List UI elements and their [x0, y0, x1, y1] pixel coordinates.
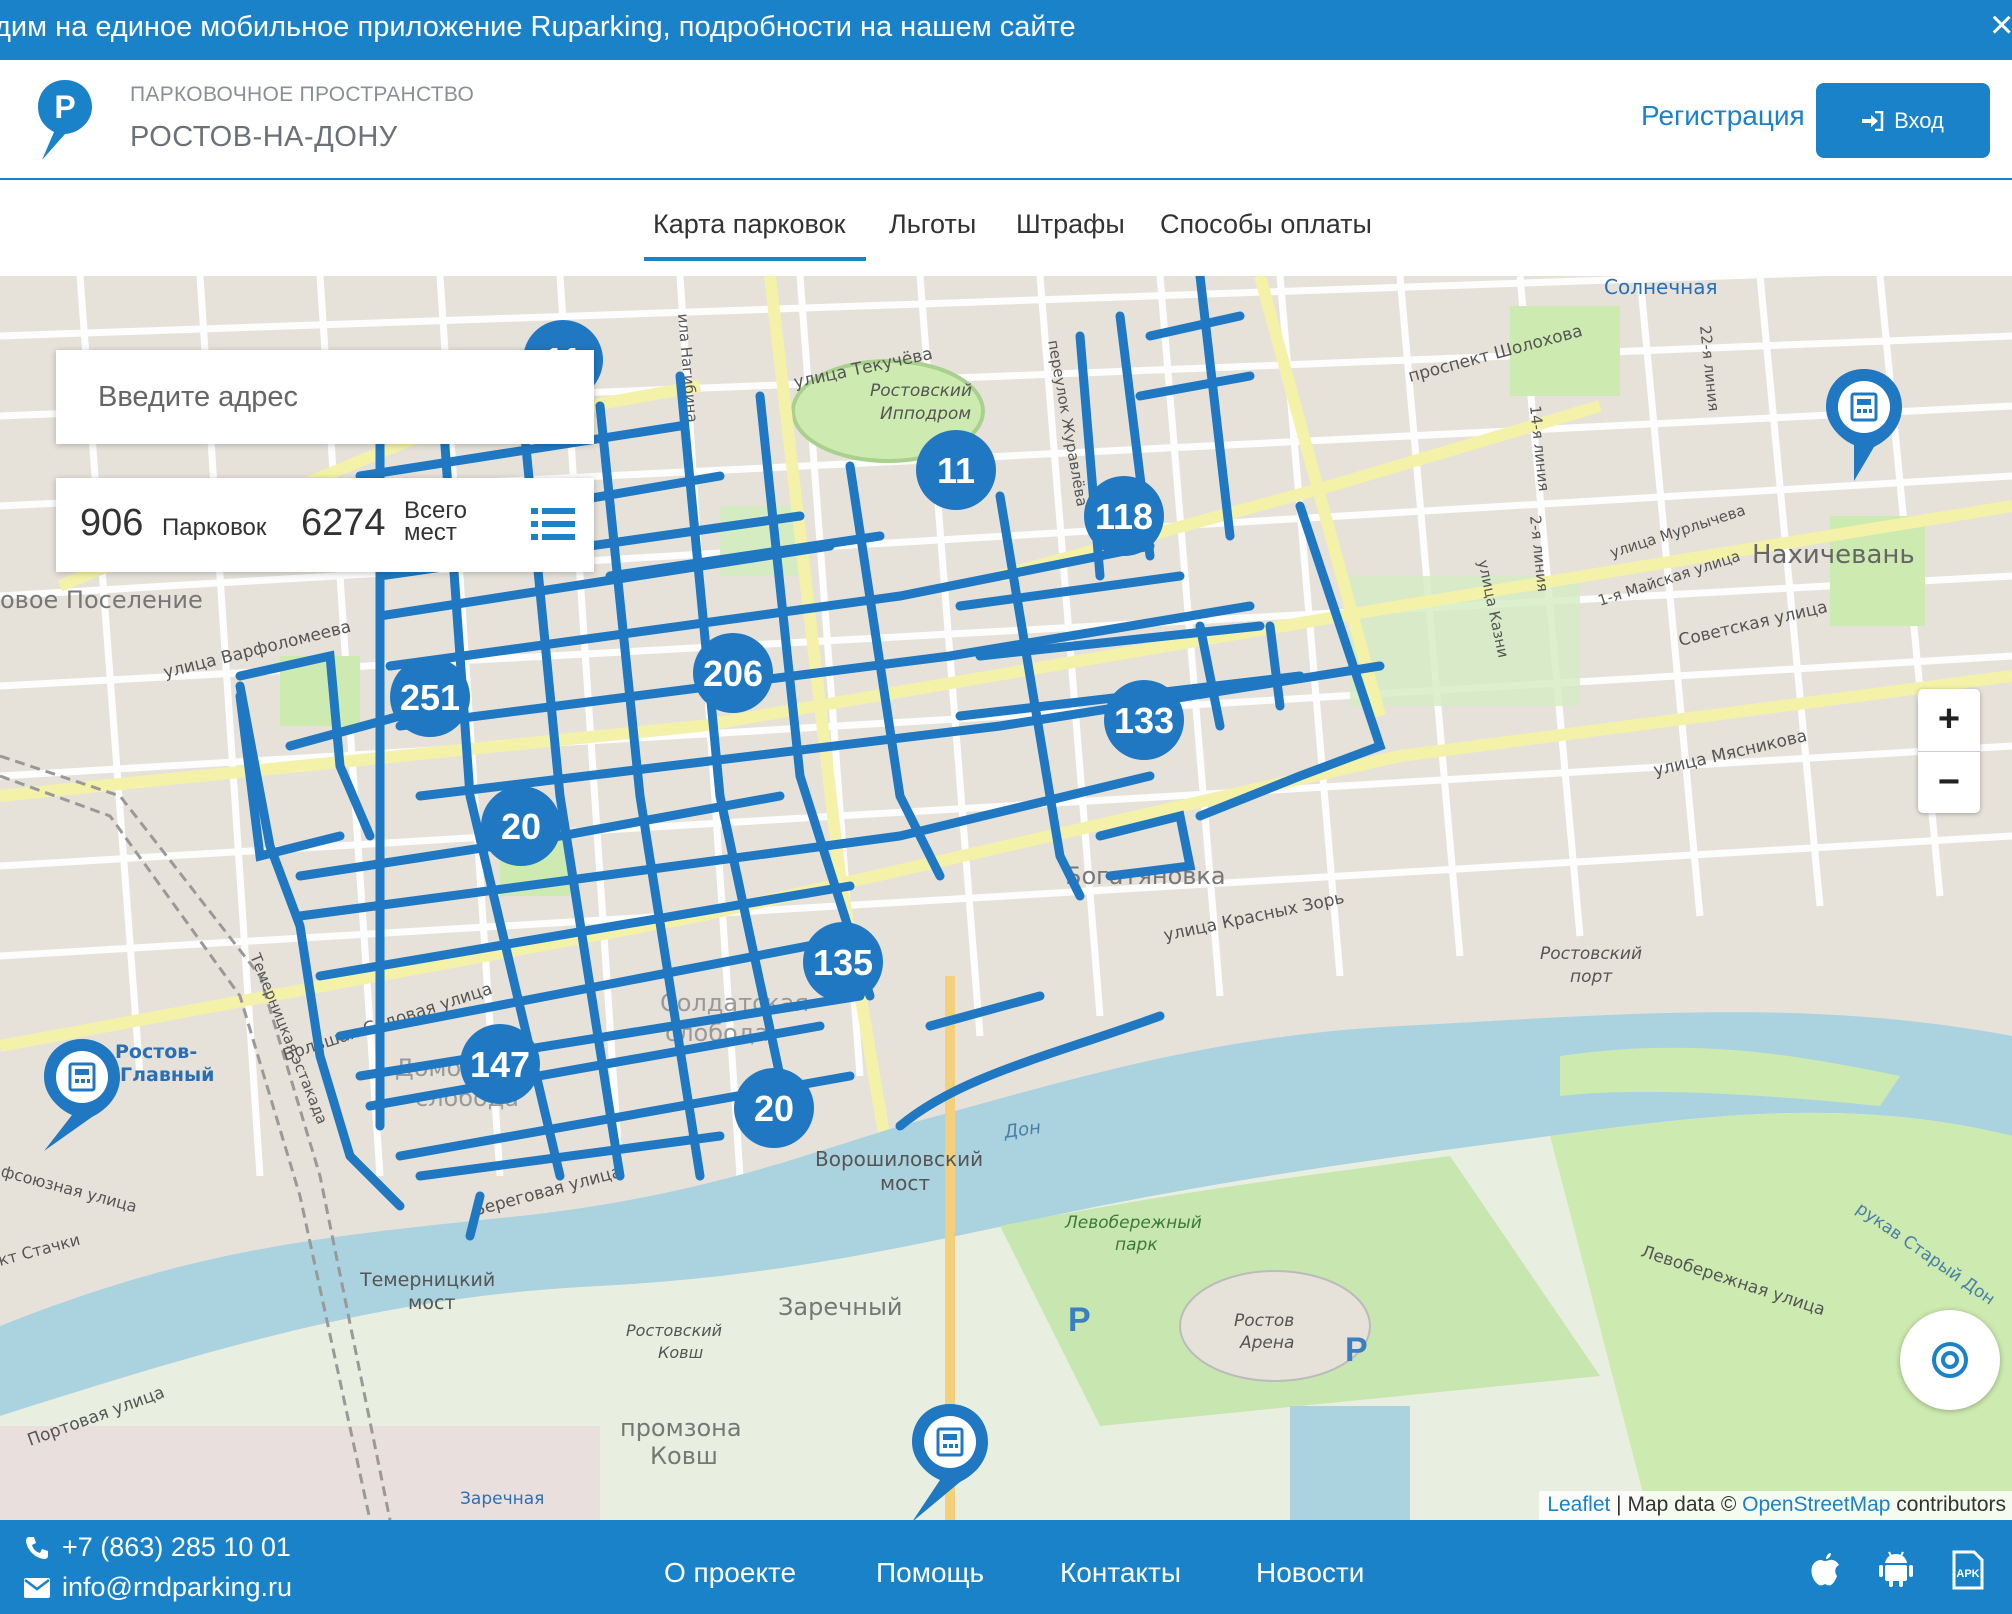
tab-payment-methods[interactable]: Способы оплаты: [1160, 209, 1372, 240]
cluster-count: 147: [470, 1044, 530, 1085]
email-contact[interactable]: info@rndparking.ru: [24, 1572, 292, 1603]
cluster-marker: 20: [734, 1068, 814, 1148]
map-attribution: Leaflet | Map data © OpenStreetMap contr…: [1539, 1491, 2012, 1520]
svg-text:мост: мост: [880, 1171, 930, 1195]
cluster-marker: 147: [460, 1024, 540, 1104]
attribution-separator: | Map data ©: [1610, 1493, 1743, 1516]
city-title: РОСТОВ-НА-ДОНУ: [130, 121, 398, 153]
zoom-control: + −: [1918, 689, 1980, 813]
announcement-banner: дим на единое мобильное приложение Rupar…: [0, 0, 2012, 60]
banner-text: дим на единое мобильное приложение Rupar…: [0, 11, 1076, 43]
site-footer: +7 (863) 285 10 01 info@rndparking.ru О …: [0, 1520, 2012, 1614]
svg-text:Ипподром: Ипподром: [880, 404, 971, 424]
parking-logo-icon: P: [38, 80, 92, 160]
cluster-marker: 20: [481, 786, 561, 866]
cluster-count: 20: [501, 806, 541, 847]
cluster-marker: 206: [693, 633, 773, 713]
list-icon[interactable]: [531, 506, 575, 547]
active-tab-indicator: [644, 257, 866, 261]
cluster-count: 206: [703, 653, 763, 694]
cluster-count: 133: [1114, 700, 1174, 741]
svg-text:Нахичевань: Нахичевань: [1752, 540, 1915, 570]
svg-text:Заречная: Заречная: [460, 1489, 544, 1509]
address-search-input[interactable]: [56, 350, 594, 444]
cluster-count: 20: [754, 1088, 794, 1129]
cluster-count: 135: [813, 942, 873, 983]
zoom-out-button[interactable]: −: [1918, 752, 1980, 814]
sign-in-icon: [1862, 110, 1884, 131]
cluster-marker: 133: [1104, 680, 1184, 760]
cluster-marker: 251: [390, 657, 470, 737]
svg-text:Главный: Главный: [120, 1064, 215, 1086]
phone-number: +7 (863) 285 10 01: [62, 1532, 291, 1562]
register-link[interactable]: Регистрация: [1641, 100, 1805, 132]
leaflet-link[interactable]: Leaflet: [1547, 1493, 1610, 1516]
svg-text:Арена: Арена: [1239, 1333, 1294, 1353]
tab-benefits[interactable]: Льготы: [889, 209, 976, 240]
svg-text:Ростовский: Ростовский: [870, 381, 972, 401]
footer-link-news[interactable]: Новости: [1256, 1557, 1364, 1589]
footer-link-help[interactable]: Помощь: [876, 1557, 984, 1589]
svg-text:Ростов: Ростов: [1234, 1311, 1294, 1331]
cluster-marker: 118: [1084, 476, 1164, 556]
svg-text:Ковш: Ковш: [658, 1343, 704, 1362]
cluster-marker: 135: [803, 922, 883, 1002]
apk-icon[interactable]: APK: [1952, 1550, 1984, 1595]
svg-text:овое Поселение: овое Поселение: [0, 586, 203, 614]
locate-me-button[interactable]: [1900, 1310, 2000, 1410]
svg-text:P: P: [1068, 1301, 1091, 1339]
cluster-count: 118: [1095, 496, 1153, 537]
parking-map[interactable]: Солнечная проспект Шолохова улица Текучё…: [0, 276, 2012, 1520]
cluster-marker: 11: [916, 430, 996, 510]
svg-text:промзона: промзона: [620, 1414, 742, 1442]
tab-fines[interactable]: Штрафы: [1016, 209, 1125, 240]
svg-text:P: P: [1345, 1331, 1368, 1369]
phone-icon: [26, 1536, 48, 1559]
osm-link[interactable]: OpenStreetMap: [1742, 1493, 1890, 1516]
cluster-count: 251: [400, 677, 460, 718]
parking-stats-panel: 906 Парковок 6274 Всего мест: [56, 478, 594, 572]
svg-text:Ростовский: Ростовский: [1540, 944, 1642, 964]
svg-text:мост: мост: [408, 1292, 455, 1314]
svg-text:Ростовский: Ростовский: [626, 1321, 722, 1340]
crosshair-icon: [1932, 1342, 1968, 1378]
close-icon[interactable]: ×: [1990, 0, 2012, 50]
svg-text:Ростов-: Ростов-: [115, 1041, 197, 1063]
svg-text:Ворошиловский: Ворошиловский: [815, 1147, 983, 1171]
logo[interactable]: P: [36, 78, 94, 167]
parkings-label: Парковок: [162, 514, 267, 541]
attribution-suffix: contributors: [1890, 1493, 2006, 1516]
footer-link-about[interactable]: О проекте: [664, 1557, 796, 1589]
login-button[interactable]: Вход: [1816, 83, 1990, 158]
footer-link-contacts[interactable]: Контакты: [1060, 1557, 1181, 1589]
parkings-count: 906: [80, 502, 144, 544]
svg-text:Ковш: Ковш: [650, 1442, 718, 1470]
envelope-icon: [24, 1577, 50, 1598]
svg-text:Левобережный: Левобережный: [1064, 1213, 1202, 1233]
cluster-count: 11: [937, 450, 975, 491]
svg-text:Темерницкий: Темерницкий: [359, 1269, 495, 1291]
zoom-in-button[interactable]: +: [1918, 689, 1980, 752]
email-address: info@rndparking.ru: [62, 1572, 293, 1602]
svg-text:парк: парк: [1115, 1235, 1158, 1255]
apple-icon[interactable]: [1808, 1550, 1842, 1593]
svg-text:Солнечная: Солнечная: [1604, 276, 1718, 299]
tab-parking-map[interactable]: Карта парковок: [653, 209, 845, 240]
svg-text:APK: APK: [1956, 1568, 1979, 1580]
spaces-label: Всего мест: [404, 497, 467, 546]
svg-text:P: P: [54, 89, 75, 125]
login-label: Вход: [1894, 107, 1944, 133]
svg-text:Заречный: Заречный: [778, 1293, 903, 1321]
android-icon[interactable]: [1878, 1550, 1914, 1593]
svg-text:порт: порт: [1570, 967, 1613, 987]
main-nav: Карта парковок Льготы Штрафы Способы опл…: [0, 180, 2012, 276]
site-subtitle: ПАРКОВОЧНОЕ ПРОСТРАНСТВО: [130, 83, 475, 106]
map-tiles[interactable]: Солнечная проспект Шолохова улица Текучё…: [0, 276, 2012, 1520]
phone-contact[interactable]: +7 (863) 285 10 01: [24, 1532, 291, 1563]
site-header: P ПАРКОВОЧНОЕ ПРОСТРАНСТВО РОСТОВ-НА-ДОН…: [0, 60, 2012, 180]
spaces-count: 6274: [301, 502, 386, 544]
